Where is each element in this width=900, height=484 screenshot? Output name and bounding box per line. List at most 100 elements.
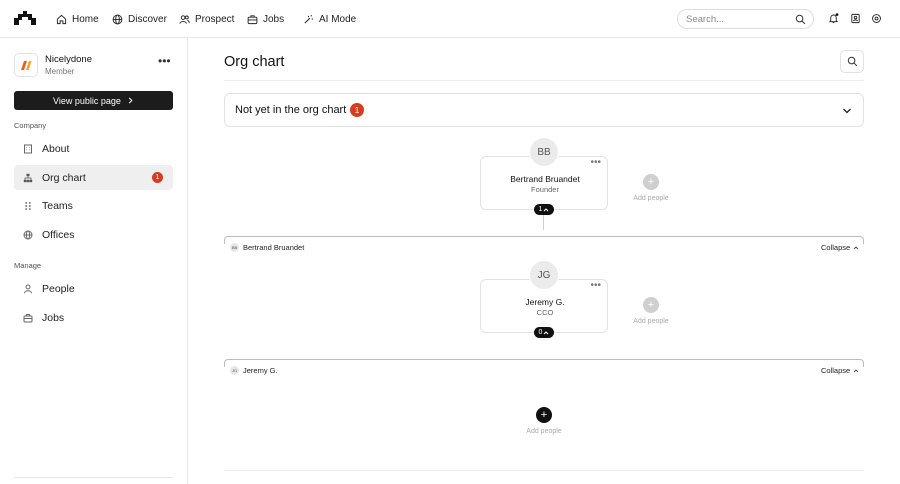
not-in-org-chart-panel[interactable]: Not yet in the org chart 1 <box>224 93 864 127</box>
search-input[interactable] <box>686 13 786 25</box>
add-people-label: Add people <box>526 428 562 435</box>
chevron-up-icon <box>544 207 549 211</box>
not-in-org-chart-label: Not yet in the org chart <box>235 104 347 116</box>
chevron-up-icon <box>853 368 859 372</box>
avatar[interactable]: BB <box>529 137 559 167</box>
nav-ai-mode[interactable]: AI Mode <box>303 12 356 26</box>
chevron-up-icon <box>853 245 859 249</box>
chevron-up-icon <box>544 330 549 334</box>
top-navigation-bar: Home Discover Prospect Jobs AI Mode <box>0 0 900 38</box>
node-role: CCO <box>536 308 554 317</box>
group-bracket <box>224 359 864 367</box>
globe-icon <box>23 230 33 239</box>
sidebar-item-offices[interactable]: Offices <box>14 222 173 247</box>
company-logo-icon <box>21 61 32 70</box>
nav-prospect-label: Prospect <box>195 13 235 25</box>
node-name: Jeremy G. <box>525 297 565 307</box>
reports-toggle-pill[interactable]: 0 <box>534 327 554 338</box>
users-icon <box>179 14 190 24</box>
title-divider <box>224 80 864 81</box>
sidebar-item-org-chart-label: Org chart <box>42 171 86 184</box>
briefcase-icon <box>23 313 33 322</box>
company-section-label: Company <box>14 121 47 130</box>
person-icon <box>24 284 32 293</box>
sidebar-item-jobs-label: Jobs <box>42 311 65 324</box>
nav-prospect[interactable]: Prospect <box>179 12 234 26</box>
node-more-options-icon[interactable]: ••• <box>590 158 601 168</box>
nav-home[interactable]: Home <box>56 12 99 26</box>
avatar[interactable]: JG <box>529 260 559 290</box>
group-label: BB Bertrand Bruandet <box>230 243 304 252</box>
chevron-right-icon <box>128 97 133 104</box>
sidebar-item-teams[interactable]: Teams <box>14 193 173 218</box>
nav-ai-mode-label: AI Mode <box>319 13 357 25</box>
chevron-down-icon[interactable] <box>842 106 852 116</box>
settings-gear-icon[interactable] <box>871 13 882 24</box>
add-people-label: Add people <box>633 318 669 325</box>
node-role: Founder <box>531 185 559 194</box>
page-title: Org chart <box>224 54 285 70</box>
view-public-page-label: View public page <box>53 95 121 106</box>
collapse-button[interactable]: Collapse <box>821 366 859 375</box>
group-label-name: Jeremy G. <box>243 366 278 375</box>
collapse-label: Collapse <box>821 243 851 252</box>
sidebar-item-org-chart[interactable]: Org chart 1 <box>14 165 173 190</box>
connector-line <box>543 215 544 230</box>
sidebar-item-teams-label: Teams <box>42 199 73 212</box>
notifications-bell-icon[interactable] <box>828 13 839 24</box>
bottom-divider <box>224 470 864 471</box>
sidebar-divider <box>14 477 173 478</box>
reports-count: 0 <box>538 329 543 336</box>
more-options-icon[interactable]: ••• <box>158 55 172 67</box>
nav-jobs-label: Jobs <box>263 13 285 25</box>
company-name: Nicelydone <box>45 54 92 65</box>
nav-discover-label: Discover <box>128 13 167 25</box>
manage-section-label: Manage <box>14 261 42 270</box>
collapse-label: Collapse <box>821 366 851 375</box>
briefcase-icon <box>247 14 258 24</box>
add-people-label: Add people <box>633 195 669 202</box>
org-chart-search-button[interactable] <box>840 50 864 73</box>
node-more-options-icon[interactable]: ••• <box>590 281 601 291</box>
plus-icon: + <box>643 174 659 190</box>
teams-icon <box>25 201 31 210</box>
plus-icon: + <box>536 407 552 423</box>
company-switcher[interactable]: Nicelydone Member ••• <box>14 52 174 82</box>
group-bracket <box>224 236 864 244</box>
add-people-button-bottom[interactable]: + Add people <box>524 407 564 435</box>
home-icon <box>56 14 67 24</box>
group-label: JG Jeremy G. <box>230 366 278 375</box>
add-people-button[interactable]: + Add people <box>631 297 671 325</box>
mini-avatar: JG <box>230 366 239 375</box>
search-icon[interactable] <box>795 14 806 25</box>
global-search[interactable] <box>677 9 814 29</box>
org-chart-icon <box>23 173 33 182</box>
nav-home-label: Home <box>72 13 99 25</box>
search-icon <box>847 56 857 67</box>
view-public-page-button[interactable]: View public page <box>14 91 173 110</box>
collapse-button[interactable]: Collapse <box>821 243 859 252</box>
group-label-name: Bertrand Bruandet <box>243 243 305 252</box>
contacts-card-icon[interactable] <box>850 13 861 24</box>
globe-icon <box>112 14 123 24</box>
mini-avatar: BB <box>230 243 239 252</box>
nav-jobs[interactable]: Jobs <box>247 12 284 26</box>
sidebar-item-offices-label: Offices <box>42 228 75 241</box>
nav-discover[interactable]: Discover <box>112 12 167 26</box>
org-chart-badge: 1 <box>152 172 163 183</box>
add-people-button[interactable]: + Add people <box>631 174 671 202</box>
plus-icon: + <box>643 297 659 313</box>
logo-icon[interactable] <box>14 11 36 25</box>
reports-toggle-pill[interactable]: 1 <box>534 204 554 215</box>
ai-mode-icon <box>304 14 314 24</box>
sidebar-item-jobs[interactable]: Jobs <box>14 305 173 330</box>
reports-count: 1 <box>538 206 543 213</box>
company-logo <box>14 53 38 77</box>
sidebar-item-about-label: About <box>42 142 70 155</box>
not-in-org-chart-count-badge: 1 <box>350 103 364 117</box>
node-name: Bertrand Bruandet <box>510 174 580 184</box>
sidebar-item-about[interactable]: About <box>14 136 173 161</box>
company-role: Member <box>45 67 75 76</box>
sidebar-item-people[interactable]: People <box>14 276 173 301</box>
sidebar-item-people-label: People <box>42 282 75 295</box>
